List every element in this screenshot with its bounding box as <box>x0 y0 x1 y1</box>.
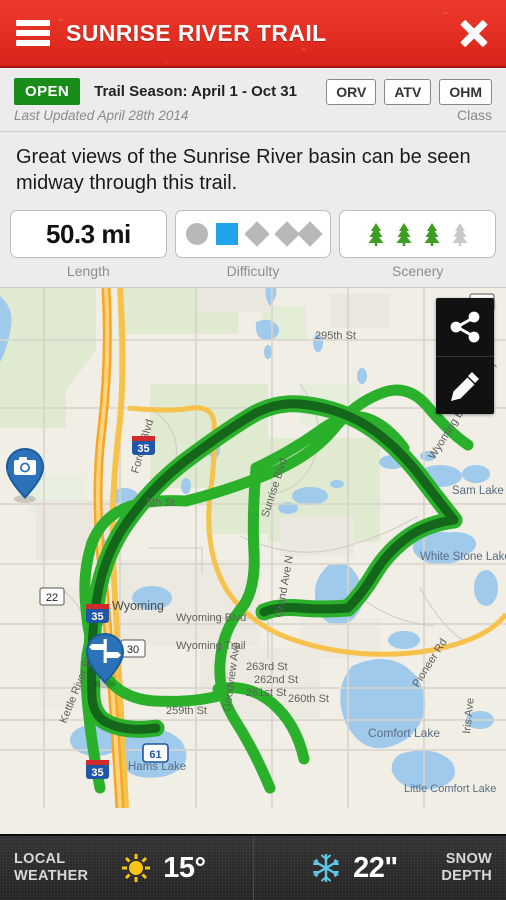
tree-icon-inactive <box>452 223 468 246</box>
snowflake-icon <box>313 853 340 883</box>
tree-icon <box>424 223 440 246</box>
map-label: 5th St <box>146 497 175 509</box>
route-shield-35: 35 <box>132 436 155 455</box>
hamburger-bar <box>16 20 50 26</box>
svg-text:30: 30 <box>127 644 139 656</box>
temperature-value: 15° <box>163 851 206 884</box>
hamburger-bar <box>16 40 50 46</box>
map-label: 262nd St <box>254 674 298 686</box>
map-label: 259th St <box>166 705 207 717</box>
weather-bar: LOCAL WEATHER 15° 22" SNOW DEPTH <box>0 834 506 900</box>
tree-icon <box>368 223 384 246</box>
map-label: 295th St <box>315 330 356 342</box>
difficulty-double-diamond-icon <box>273 221 323 247</box>
page-title: SUNRISE RIVER TRAIL <box>66 19 327 46</box>
map-label: Comfort Lake <box>368 726 440 740</box>
class-badge-ohm[interactable]: OHM <box>439 78 492 105</box>
svg-text:35: 35 <box>91 611 103 623</box>
scenery-label: Scenery <box>392 263 444 279</box>
map-label: Little Comfort Lake <box>404 783 496 795</box>
difficulty-circle-icon <box>185 223 208 245</box>
map-label: Wyoming Blvd <box>176 612 246 624</box>
route-shield-30: 30 <box>120 639 146 658</box>
length-value: 50.3 mi <box>46 218 131 249</box>
map-canvas[interactable]: 295th St 5th St Wyoming Wyoming Blvd Wyo… <box>0 288 506 808</box>
map-label: Sam Lake <box>452 485 504 497</box>
local-weather-label: LOCAL WEATHER <box>14 851 88 884</box>
season-text: Trail Season: April 1 - Oct 31 <box>94 83 297 100</box>
difficulty-diamond-icon <box>243 221 270 247</box>
route-shield-61: 61 <box>142 743 169 763</box>
length-box: 50.3 mi <box>10 210 167 258</box>
difficulty-square-icon <box>215 223 238 245</box>
close-icon[interactable] <box>456 16 490 50</box>
snow-depth-label: SNOW DEPTH <box>441 851 492 884</box>
trail-detail-screen: SUNRISE RIVER TRAIL OPEN Trail Season: A… <box>0 0 506 900</box>
stat-length: 50.3 mi Length <box>10 210 167 285</box>
local-weather-label-line1: LOCAL <box>14 851 66 868</box>
route-shield-22: 22 <box>39 587 65 606</box>
trail-info-panel: OPEN Trail Season: April 1 - Oct 31 ORV … <box>0 68 506 288</box>
map-label: Wyoming <box>112 599 164 613</box>
class-badge-orv[interactable]: ORV <box>326 78 377 105</box>
hamburger-bar <box>16 30 50 36</box>
class-badge-group: ORV ATV OHM <box>326 78 492 105</box>
trail-description: Great views of the Sunrise River basin c… <box>16 146 471 194</box>
map-label: 260th St <box>288 693 329 705</box>
svg-text:61: 61 <box>149 749 161 761</box>
map-tools-panel <box>436 298 494 414</box>
difficulty-box <box>174 210 332 258</box>
route-shield-35: 35 <box>86 760 109 779</box>
route-shield-35: 35 <box>86 604 109 623</box>
share-glyph <box>450 311 480 343</box>
scenery-box <box>339 210 497 258</box>
map-label: White Stone Lake <box>420 551 506 563</box>
snow-depth-label-line1: SNOW <box>445 851 493 868</box>
share-icon[interactable] <box>436 298 494 356</box>
map-label: 263rd St <box>246 661 288 673</box>
updated-row: Last Updated April 28th 2014 Class <box>0 105 506 131</box>
stat-scenery: Scenery <box>339 210 497 285</box>
edit-icon[interactable] <box>436 356 494 414</box>
svg-text:35: 35 <box>137 443 149 455</box>
class-label: Class <box>456 107 492 123</box>
local-weather-label-line2: WEATHER <box>14 868 89 884</box>
snow-depth-label-line2: DEPTH <box>441 868 493 884</box>
length-label: Length <box>66 263 110 279</box>
sun-icon <box>122 854 151 882</box>
class-badge-atv[interactable]: ATV <box>384 78 432 105</box>
snow-depth-section[interactable]: 22" SNOW DEPTH <box>252 836 506 900</box>
pencil-glyph <box>451 371 479 401</box>
app-header: SUNRISE RIVER TRAIL <box>0 0 506 68</box>
stat-difficulty: Difficulty <box>174 210 332 285</box>
map-label: 261st St <box>246 687 286 699</box>
local-weather-section[interactable]: LOCAL WEATHER 15° <box>0 836 253 900</box>
status-badge: OPEN <box>14 78 81 105</box>
trail-map[interactable]: 295th St 5th St Wyoming Wyoming Blvd Wyo… <box>0 288 506 834</box>
last-updated-text: Last Updated April 28th 2014 <box>14 107 189 123</box>
tree-icon <box>396 223 412 246</box>
svg-text:22: 22 <box>46 592 58 604</box>
season-row: OPEN Trail Season: April 1 - Oct 31 ORV … <box>0 68 506 105</box>
snow-depth-value: 22" <box>353 851 398 884</box>
hamburger-icon[interactable] <box>16 20 50 46</box>
svg-text:35: 35 <box>91 767 103 779</box>
stats-row: 50.3 mi Length Difficulty Scenery <box>0 206 506 287</box>
difficulty-label: Difficulty <box>226 263 280 279</box>
